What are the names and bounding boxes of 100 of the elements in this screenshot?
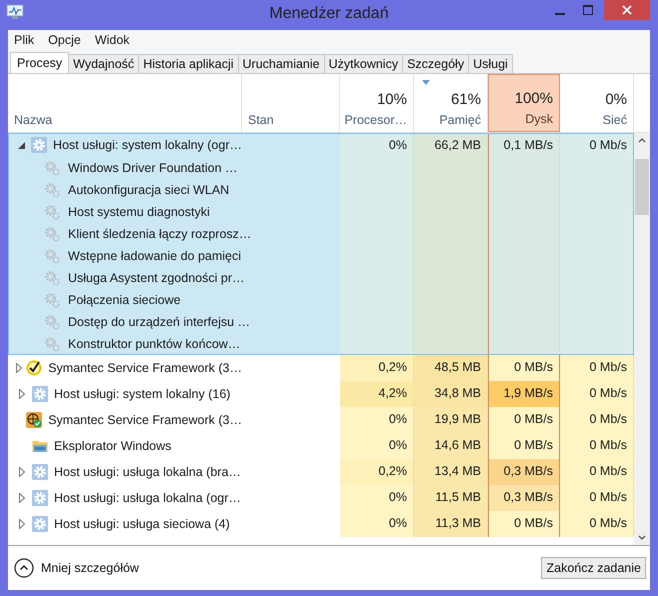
end-task-button[interactable]: Zakończ zadanie <box>541 557 646 579</box>
metric-cell: 14,6 MB <box>414 433 488 459</box>
process-name: Host usługi: system lokalny (16) <box>54 387 230 401</box>
collapsed-arrow-icon[interactable] <box>16 363 22 373</box>
column-label[interactable]: Stan <box>248 113 274 127</box>
menu-item[interactable]: Opcje <box>48 33 81 47</box>
column-label[interactable]: Procesor… <box>344 113 407 127</box>
check-icon <box>26 360 42 376</box>
metric-cell: 66,2 MB <box>414 133 488 355</box>
collapsed-arrow-icon[interactable] <box>19 389 25 399</box>
caret-up-icon <box>14 558 34 578</box>
close-icon <box>622 5 632 15</box>
service-name: Konstruktor punktów końcow… <box>68 337 240 351</box>
metric-cell: 13,4 MB <box>414 459 488 485</box>
tab[interactable]: Użytkownicy <box>324 54 404 73</box>
metric-cell: 4,2% <box>340 381 414 407</box>
tab[interactable]: Wydajność <box>68 54 140 73</box>
metric-cell: 11,3 MB <box>414 511 488 537</box>
metric-cell: 1,9 MB/s <box>488 381 560 407</box>
collapsed-arrow-icon[interactable] <box>19 519 25 529</box>
metric-cell: 0 Mb/s <box>560 485 634 511</box>
folder-icon <box>32 438 48 454</box>
column-label[interactable]: Dysk <box>525 112 553 126</box>
column-label[interactable]: Pamięć <box>439 113 481 127</box>
column-header[interactable]: 100% Dysk <box>488 74 560 132</box>
gears-icon <box>44 292 60 308</box>
column-label[interactable]: Nazwa <box>14 113 52 127</box>
metric-cell: 0,2% <box>340 355 414 381</box>
column-total: 0% <box>605 91 627 108</box>
tab[interactable]: Szczegóły <box>402 54 470 73</box>
gear-icon <box>32 386 48 402</box>
metric-cell: 0,2% <box>340 459 414 485</box>
gears-icon <box>44 160 60 176</box>
tab[interactable]: Historia aplikacji <box>138 54 238 73</box>
gears-icon <box>44 248 60 264</box>
maximize-icon <box>583 5 593 15</box>
gear-icon <box>32 516 48 532</box>
metric-cell: 0 MB/s <box>488 407 560 433</box>
service-name: Klient śledzenia łączy rozprosz… <box>68 227 252 241</box>
metric-cell: 0,3 MB/s <box>488 485 560 511</box>
close-button[interactable] <box>604 0 650 20</box>
metric-cell: 11,5 MB <box>414 485 488 511</box>
tab[interactable]: Usługi <box>468 54 513 73</box>
gears-icon <box>44 182 60 198</box>
process-name: Eksplorator Windows <box>54 439 172 453</box>
metric-cell: 0 MB/s <box>488 433 560 459</box>
gears-icon <box>44 270 60 286</box>
scrollbar[interactable] <box>634 133 650 545</box>
menu-item[interactable]: Plik <box>14 33 34 47</box>
process-name: Symantec Service Framework (3… <box>48 361 242 375</box>
gear-icon <box>31 137 48 153</box>
minimize-icon <box>555 13 565 15</box>
metric-cell: 0% <box>340 485 414 511</box>
process-name: Host usługi: usługa lokalna (bra… <box>54 465 241 479</box>
service-name: Wstępne ładowanie do pamięci <box>68 249 242 263</box>
metric-cell: 19,9 MB <box>414 407 488 433</box>
selected-row[interactable] <box>8 133 634 355</box>
monitor-icon <box>6 4 24 20</box>
process-name: Symantec Service Framework (3… <box>48 413 242 427</box>
column-total: 100% <box>514 90 553 107</box>
gears-icon <box>44 314 60 330</box>
service-name: Host systemu diagnostyki <box>68 205 210 219</box>
metric-cell: 0% <box>340 407 414 433</box>
process-name: Host usługi: usługa sieciowa (4) <box>54 517 230 531</box>
process-name: Host usługi: usługa lokalna (ogr… <box>54 491 241 505</box>
metric-cell: 0 Mb/s <box>560 133 634 355</box>
gears-icon <box>44 336 60 352</box>
metric-cell: 0 Mb/s <box>560 407 634 433</box>
column-total: 10% <box>376 91 407 108</box>
gears-icon <box>44 226 60 242</box>
column-total: 61% <box>450 91 481 108</box>
gear-icon <box>32 464 48 480</box>
metric-cell: 0,1 MB/s <box>488 133 560 355</box>
metric-cell: 0,3 MB/s <box>488 459 560 485</box>
service-name: Usługa Asystent zgodności pr… <box>68 271 244 285</box>
metric-cell: 0 MB/s <box>488 355 560 381</box>
expanded-arrow-icon[interactable] <box>18 142 26 148</box>
metric-cell: 0 Mb/s <box>560 355 634 381</box>
metric-cell: 0% <box>340 433 414 459</box>
metric-cell: 0 MB/s <box>488 511 560 537</box>
tab[interactable]: Procesy <box>10 52 70 73</box>
globe-icon <box>26 412 42 428</box>
metric-cell: 0 Mb/s <box>560 459 634 485</box>
metric-cell: 48,5 MB <box>414 355 488 381</box>
service-name: Autokonfiguracja sieci WLAN <box>68 183 230 197</box>
collapsed-arrow-icon[interactable] <box>19 493 25 503</box>
column-label[interactable]: Sieć <box>602 113 627 127</box>
metric-cell: 0% <box>340 511 414 537</box>
service-name: Windows Driver Foundation … <box>68 161 238 175</box>
window-title: Menedżer zadań <box>269 5 389 23</box>
process-name: Host usługi: system lokalny (ogr… <box>53 138 242 152</box>
metric-cell: 0 Mb/s <box>560 433 634 459</box>
scroll-thumb[interactable] <box>635 159 649 215</box>
collapsed-arrow-icon[interactable] <box>19 467 25 477</box>
fewer-details-button[interactable]: Mniej szczegółów <box>14 558 139 578</box>
service-name: Połączenia sieciowe <box>68 293 181 307</box>
metric-cell: 0 Mb/s <box>560 511 634 537</box>
menu-item[interactable]: Widok <box>94 33 130 47</box>
gear-icon <box>32 490 48 506</box>
tab[interactable]: Uruchamianie <box>238 54 325 73</box>
